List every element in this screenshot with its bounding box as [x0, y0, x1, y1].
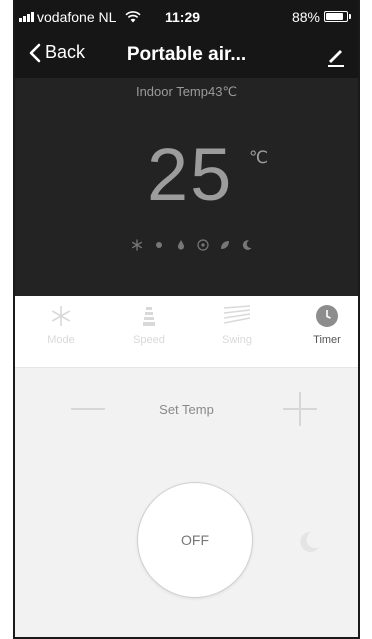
tab-mode[interactable]: Mode — [31, 304, 91, 346]
signal-icon — [19, 12, 34, 22]
edit-pencil-icon — [328, 50, 344, 67]
set-temperature-display: 25 — [147, 133, 234, 216]
tab-timer[interactable]: Timer — [297, 304, 357, 346]
sleep-button[interactable] — [297, 530, 321, 554]
tab-label: Timer — [313, 334, 341, 346]
status-bar: vodafone NL 11:29 88% — [15, 0, 358, 34]
tab-speed[interactable]: Speed — [119, 304, 179, 346]
snowflake-icon — [51, 306, 71, 326]
power-button[interactable]: OFF — [137, 482, 253, 598]
battery-percent: 88% — [291, 9, 320, 25]
tab-swing[interactable]: Swing — [207, 304, 267, 346]
function-tabs: Mode Speed Swing Timer — [15, 296, 358, 368]
mode-indicator-row — [131, 238, 253, 251]
plus-icon[interactable] — [283, 392, 317, 426]
clock-icon — [316, 305, 338, 327]
nav-bar: Back Portable air... — [15, 34, 358, 78]
carrier-name: vodafone NL — [37, 9, 117, 25]
tab-label: Swing — [222, 334, 252, 346]
page-title: Portable air... — [126, 44, 247, 65]
droplet-icon — [175, 238, 187, 250]
battery-fill — [326, 13, 343, 20]
leaf-icon — [219, 238, 231, 250]
edit-button[interactable] — [324, 44, 348, 68]
indoor-temp: Indoor Temp43℃ — [135, 84, 238, 99]
tab-label: Speed — [133, 334, 165, 346]
control-panel: Set Temp OFF — [15, 368, 358, 637]
power-label: OFF — [181, 532, 209, 548]
swing-icon — [223, 305, 251, 324]
battery-icon — [324, 11, 351, 22]
fan-icon — [197, 238, 209, 251]
tab-label: Mode — [47, 334, 75, 346]
temperature-unit: ℃ — [249, 148, 269, 167]
moon-icon — [241, 238, 253, 250]
display-panel: Indoor Temp43℃ 25 ℃ — [15, 78, 358, 296]
fan-speed-icon — [143, 307, 155, 326]
moon-icon — [300, 531, 319, 552]
wifi-icon — [125, 10, 141, 26]
clock-time: 11:29 — [165, 9, 201, 25]
sun-icon — [153, 238, 165, 250]
snowflake-icon — [131, 238, 143, 251]
phone-frame: vodafone NL 11:29 88% Back Portable air.… — [13, 0, 360, 639]
